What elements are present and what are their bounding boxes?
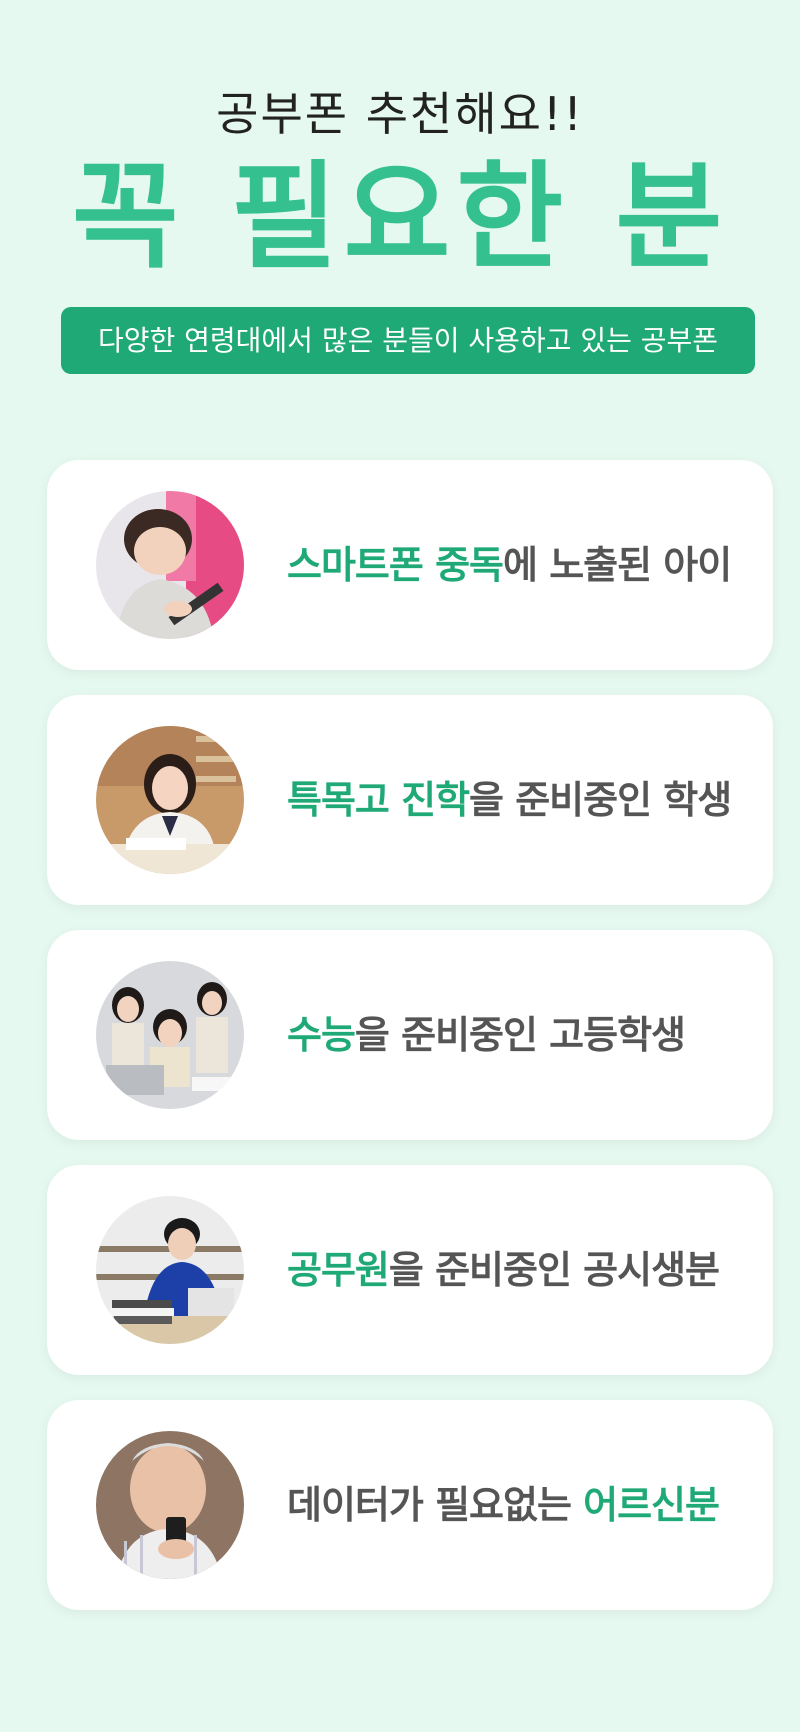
- target-card-exam-candidate: 공무원을 준비중인 공시생분: [47, 1165, 773, 1375]
- page-headline: 꼭 필요한 분: [71, 150, 729, 285]
- card-highlight: 어르신분: [583, 1483, 720, 1527]
- info-banner: 다양한 연령대에서 많은 분들이 사용하고 있는 공부폰: [61, 307, 755, 374]
- exam-candidate-with-laptop-photo: [96, 1196, 244, 1344]
- card-prefix: 데이터가 필요없는: [287, 1483, 584, 1527]
- high-school-students-photo: [96, 961, 244, 1109]
- card-text: 공무원을 준비중인 공시생분: [287, 1165, 720, 1375]
- card-text: 스마트폰 중독에 노출된 아이: [287, 460, 732, 670]
- card-highlight: 수능: [287, 1013, 356, 1057]
- page-subtitle: 공부폰 추천해요!!: [216, 87, 584, 141]
- student-studying-photo: [96, 726, 244, 874]
- target-card-child: 스마트폰 중독에 노출된 아이: [47, 460, 773, 670]
- card-text: 수능을 준비중인 고등학생: [287, 930, 686, 1140]
- card-highlight: 공무원: [287, 1248, 390, 1292]
- target-card-elderly: 데이터가 필요없는 어르신분: [47, 1400, 773, 1610]
- target-card-student: 특목고 진학을 준비중인 학생: [47, 695, 773, 905]
- card-rest: 을 준비중인 학생: [469, 778, 732, 822]
- card-rest: 을 준비중인 고등학생: [354, 1013, 686, 1057]
- card-rest: 을 준비중인 공시생분: [388, 1248, 720, 1292]
- elderly-man-with-phone-photo: [96, 1431, 244, 1579]
- card-text: 데이터가 필요없는 어르신분: [287, 1400, 720, 1610]
- card-highlight: 스마트폰 중독: [287, 543, 504, 587]
- target-card-high-schooler: 수능을 준비중인 고등학생: [47, 930, 773, 1140]
- card-rest: 에 노출된 아이: [503, 543, 732, 587]
- card-highlight: 특목고 진학: [287, 778, 470, 822]
- child-with-tablet-photo: [96, 491, 244, 639]
- card-text: 특목고 진학을 준비중인 학생: [287, 695, 732, 905]
